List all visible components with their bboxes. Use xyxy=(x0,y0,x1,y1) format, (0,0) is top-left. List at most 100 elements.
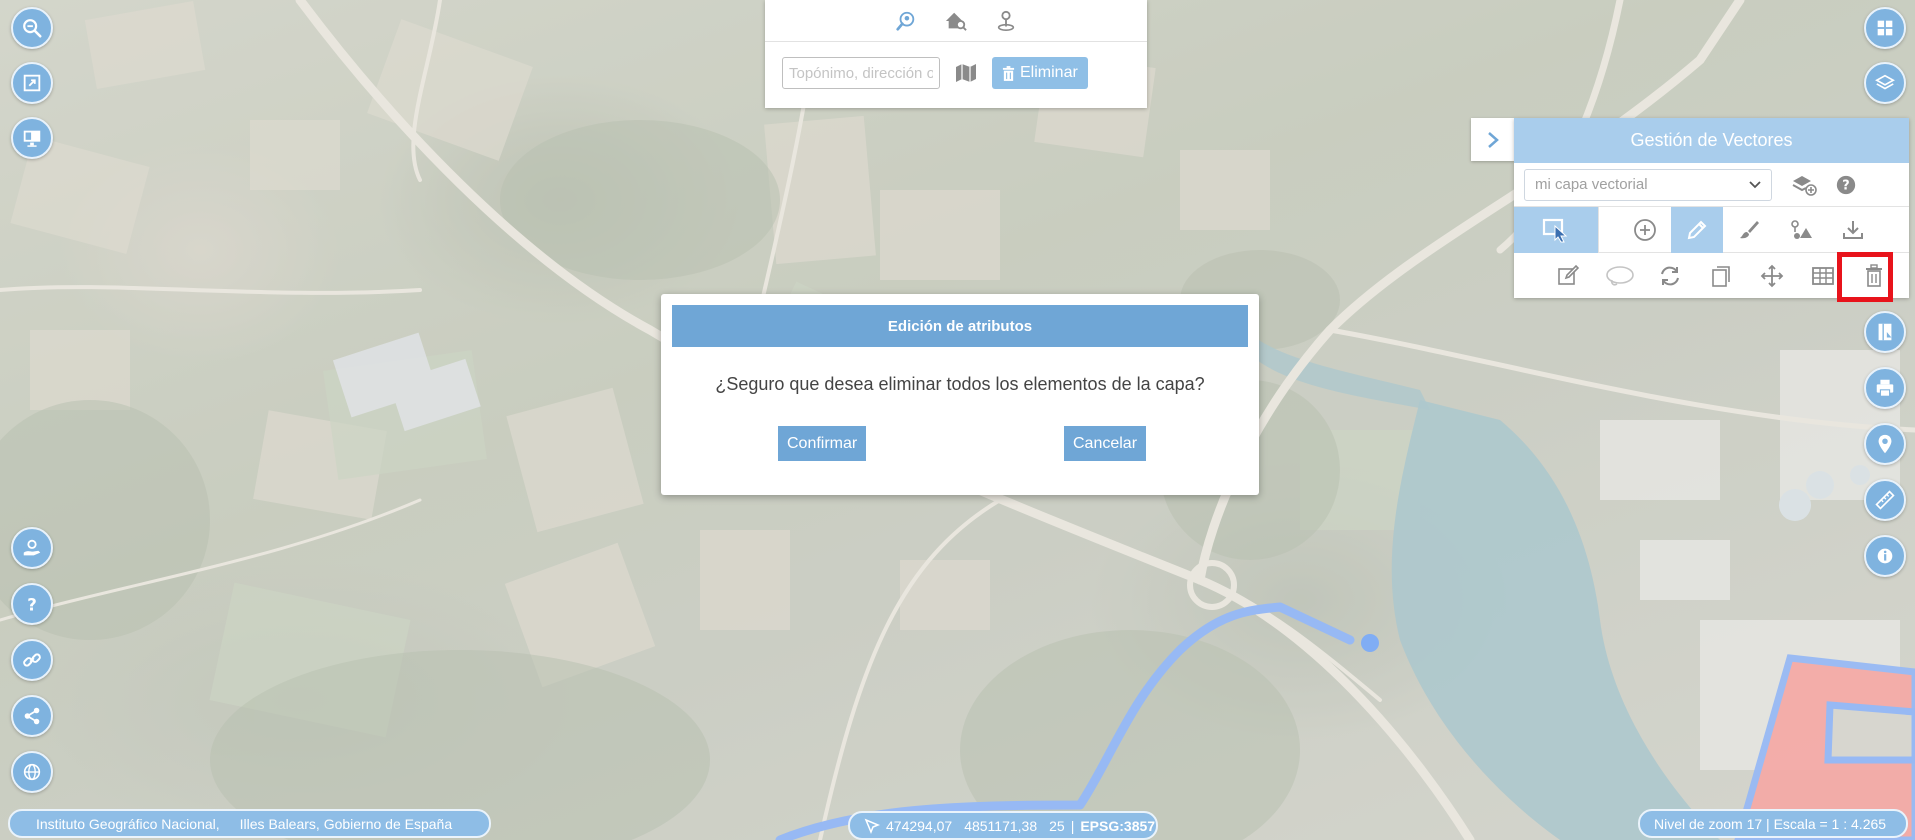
map-pin-icon xyxy=(997,10,1015,31)
house-search-icon xyxy=(945,12,967,31)
attribution-ign: Instituto Geográfico Nacional, xyxy=(36,815,220,832)
select-feature-tool[interactable] xyxy=(1514,206,1598,253)
zoom-search-icon xyxy=(23,19,42,38)
share-icon xyxy=(24,707,40,725)
print-button[interactable] xyxy=(1864,367,1906,409)
search-row: Eliminar xyxy=(782,57,1088,89)
shapes-icon xyxy=(1791,219,1812,239)
add-point-tool[interactable] xyxy=(1619,207,1671,253)
cursor-icon xyxy=(864,818,880,834)
attribution-baleares: Illes Balears, Gobierno de España xyxy=(239,815,453,832)
draw-tool[interactable] xyxy=(1671,206,1723,253)
search-tabs xyxy=(765,0,1147,42)
table-icon xyxy=(1811,266,1834,285)
dialog-message: ¿Seguro que desea eliminar todos los ele… xyxy=(715,374,1205,394)
map-icon xyxy=(956,64,976,82)
globe-button[interactable] xyxy=(11,751,53,793)
svg-text:?: ? xyxy=(27,595,37,614)
rotate-tool[interactable] xyxy=(1644,253,1695,298)
trash-highlight-box xyxy=(1837,252,1893,302)
style-tool[interactable] xyxy=(1723,207,1775,253)
help-vector-button[interactable]: ? xyxy=(1832,171,1860,199)
tool-divider xyxy=(1598,206,1599,253)
add-circle-icon xyxy=(1634,218,1656,241)
search-location-icon xyxy=(896,11,915,31)
zoom-scale-bar: Nivel de zoom 17 | Escala = 1 : 4.265 xyxy=(1638,809,1908,838)
copy-tool[interactable] xyxy=(1695,253,1746,298)
vector-tools-row xyxy=(1514,206,1909,253)
confirm-delete-dialog: Edición de atributos ¿Seguro que desea e… xyxy=(661,294,1259,495)
cancel-button[interactable]: Cancelar xyxy=(1064,426,1147,461)
confirm-button[interactable]: Confirmar xyxy=(778,426,867,461)
tab-search-address[interactable] xyxy=(942,7,970,35)
rotate-icon xyxy=(1660,266,1679,285)
tab-search-place[interactable] xyxy=(892,7,920,35)
map-select-button[interactable] xyxy=(948,57,984,89)
info-icon xyxy=(1877,548,1893,564)
layer-select[interactable]: mi capa vectorial xyxy=(1524,168,1772,201)
chevron-down-icon xyxy=(1749,180,1761,188)
search-input[interactable] xyxy=(782,57,940,89)
help-circle-icon: ? xyxy=(1836,175,1856,194)
attribution-bar: Instituto Geográfico Nacional, Illes Bal… xyxy=(8,809,491,838)
screen-icon xyxy=(23,130,41,147)
tab-search-coordinates[interactable] xyxy=(992,7,1020,35)
book-icon xyxy=(1878,323,1892,341)
link-icon xyxy=(23,653,41,667)
search-panel: Eliminar xyxy=(765,0,1147,108)
delete-search-button[interactable]: Eliminar xyxy=(992,57,1088,89)
layer-select-value: mi capa vectorial xyxy=(1535,176,1648,193)
vector-panel-toggle[interactable] xyxy=(1471,118,1514,161)
grid-icon xyxy=(1877,20,1893,36)
svg-text:?: ? xyxy=(1842,178,1849,193)
grid-button[interactable] xyxy=(1864,7,1906,49)
ruler-button[interactable] xyxy=(1864,479,1906,521)
trash-icon xyxy=(1002,65,1015,81)
fullscreen-icon xyxy=(23,74,41,92)
fullscreen-button[interactable] xyxy=(11,62,53,104)
location-info-icon xyxy=(1878,434,1892,454)
location-info-button[interactable] xyxy=(1864,423,1906,465)
ruler-icon xyxy=(1875,490,1895,510)
analysis-tool[interactable] xyxy=(1775,207,1827,253)
layers-button[interactable] xyxy=(1864,62,1906,104)
help-icon: ? xyxy=(27,595,37,614)
epsg-code: EPSG:3857 xyxy=(1080,817,1156,834)
lasso-icon xyxy=(1605,265,1634,286)
link-button[interactable] xyxy=(11,639,53,681)
hand-location-button[interactable] xyxy=(11,527,53,569)
move-tool[interactable] xyxy=(1746,253,1797,298)
book-button[interactable] xyxy=(1864,311,1906,353)
coord-y: 4851171,38 xyxy=(964,817,1038,834)
zoom-search-button[interactable] xyxy=(11,7,53,49)
coordinates-bar[interactable]: 474294,07 4851171,38 25 | EPSG:3857 xyxy=(848,811,1158,840)
edit-icon xyxy=(1557,264,1579,285)
screen-button[interactable] xyxy=(11,117,53,159)
info-button[interactable] xyxy=(1864,535,1906,577)
delete-search-label: Eliminar xyxy=(1020,64,1078,81)
add-layer-icon xyxy=(1792,175,1817,196)
add-layer-button[interactable] xyxy=(1790,171,1818,199)
download-icon xyxy=(1843,220,1863,239)
vector-panel-title: Gestión de Vectores xyxy=(1514,118,1909,163)
edit-attributes-tool[interactable] xyxy=(1542,253,1593,298)
lasso-tool[interactable] xyxy=(1593,253,1644,298)
chevron-right-icon xyxy=(1487,131,1499,148)
share-button[interactable] xyxy=(11,695,53,737)
dialog-title: Edición de atributos xyxy=(672,305,1248,347)
pencil-icon xyxy=(1687,220,1707,239)
help-button[interactable]: ? xyxy=(11,583,53,625)
utm-zone: 25 xyxy=(1049,817,1065,834)
copy-icon xyxy=(1711,265,1730,287)
globe-icon xyxy=(23,763,41,781)
print-icon xyxy=(1876,379,1894,397)
zoom-scale-text: Nivel de zoom 17 | Escala = 1 : 4.265 xyxy=(1654,815,1887,832)
hand-location-icon xyxy=(23,539,41,556)
coord-separator: | xyxy=(1070,817,1075,834)
brush-icon xyxy=(1740,220,1759,238)
download-tool[interactable] xyxy=(1827,207,1879,253)
coord-x: 474294,07 xyxy=(886,817,953,834)
move-icon xyxy=(1760,264,1783,287)
layer-selection-row: mi capa vectorial ? xyxy=(1514,163,1909,207)
layers-icon xyxy=(1875,74,1895,90)
